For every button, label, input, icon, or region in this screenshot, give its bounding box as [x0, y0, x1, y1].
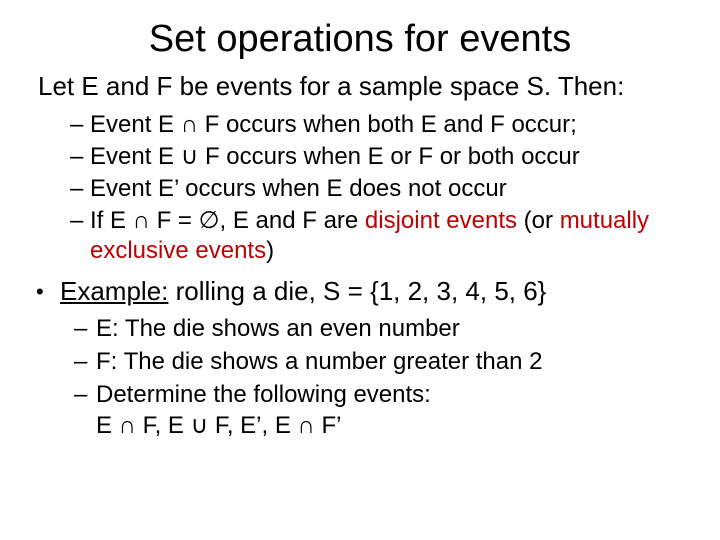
example-text: rolling a die, S = {1, 2, 3, 4, 5, 6}: [168, 276, 546, 306]
sub-determine: Determine the following events: E ∩ F, E…: [74, 379, 684, 441]
sub-determine-line2: E ∩ F, E ∪ F, E’, E ∩ F’: [96, 412, 341, 439]
bullet-complement: Event E’ occurs when E does not occur: [70, 174, 684, 204]
definition-list: Event E ∩ F occurs when both E and F occ…: [70, 110, 684, 266]
disjoint-prefix: If E ∩ F = ∅, E and F are: [90, 207, 365, 234]
slide-title: Set operations for events: [36, 18, 684, 61]
example-section: • Example: rolling a die, S = {1, 2, 3, …: [36, 276, 684, 307]
disjoint-term1: disjoint events: [365, 207, 517, 234]
bullet-intersection: Event E ∩ F occurs when both E and F occ…: [70, 110, 684, 140]
disjoint-suffix: ): [266, 237, 274, 264]
bullet-disc-icon: •: [36, 281, 44, 303]
example-label: Example:: [60, 276, 168, 306]
example-row: • Example: rolling a die, S = {1, 2, 3, …: [36, 276, 684, 307]
sub-e: E: The die shows an even number: [74, 313, 684, 344]
example-sublist: E: The die shows an even number F: The d…: [74, 313, 684, 442]
sub-determine-line1: Determine the following events:: [96, 381, 431, 408]
bullet-disjoint: If E ∩ F = ∅, E and F are disjoint event…: [70, 206, 684, 266]
intro-text: Let E and F be events for a sample space…: [38, 71, 684, 102]
sub-f: F: The die shows a number greater than 2: [74, 346, 684, 377]
slide: Set operations for events Let E and F be…: [0, 0, 720, 540]
disjoint-mid: (or: [517, 207, 560, 234]
bullet-union: Event E ∪ F occurs when E or F or both o…: [70, 142, 684, 172]
